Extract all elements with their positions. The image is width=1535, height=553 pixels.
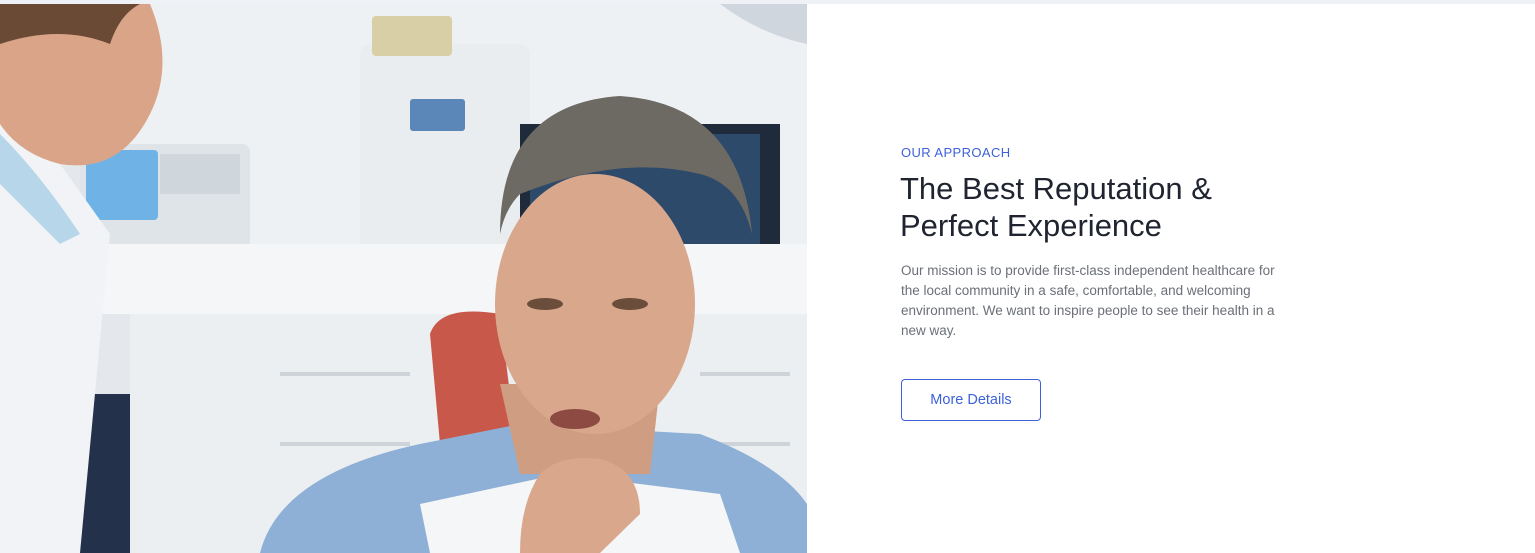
approach-content: OUR APPROACH The Best Reputation & Perfe… — [807, 4, 1535, 553]
section-heading: The Best Reputation & Perfect Experience — [900, 170, 1320, 244]
approach-section: OUR APPROACH The Best Reputation & Perfe… — [0, 4, 1535, 553]
section-eyebrow: OUR APPROACH — [901, 145, 1011, 160]
dentist-patient-photo — [0, 4, 807, 553]
section-description: Our mission is to provide first-class in… — [901, 263, 1275, 338]
heading-line-2: Perfect Experience — [900, 208, 1162, 243]
more-details-button[interactable]: More Details — [901, 379, 1041, 421]
heading-line-1: The Best Reputation & — [900, 171, 1212, 206]
